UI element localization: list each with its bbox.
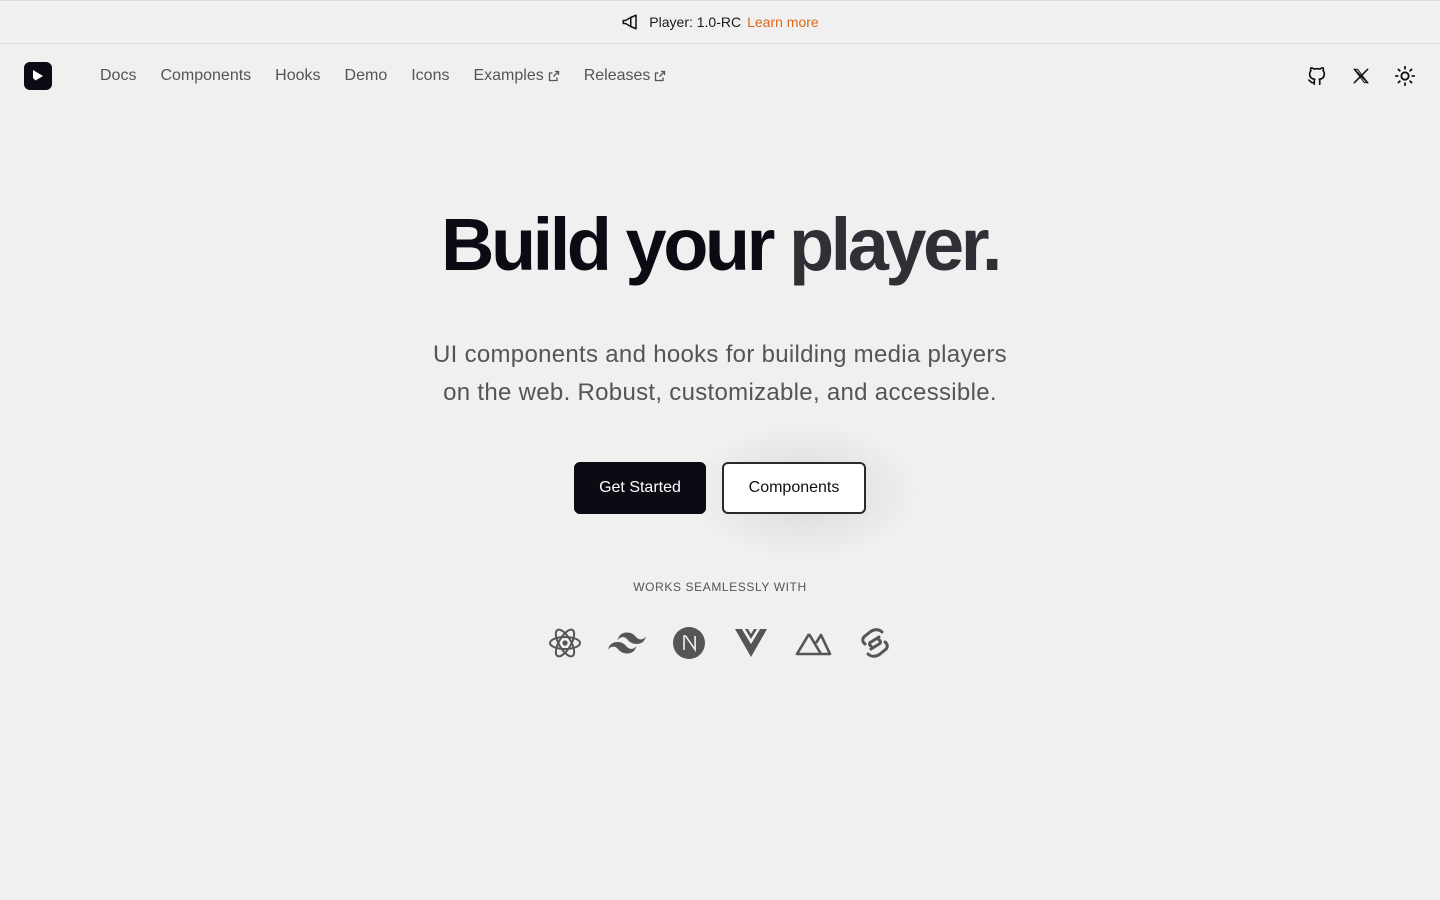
nav-label: Components: [160, 67, 252, 84]
announcement-text: Player: 1.0-RC: [649, 14, 742, 30]
tailwind-icon[interactable]: [608, 624, 646, 662]
learn-more-link[interactable]: Learn more: [747, 14, 819, 30]
subtitle-line-1: UI components and hooks for building med…: [433, 341, 1007, 368]
nav-hooks[interactable]: Hooks: [275, 67, 320, 85]
site-header: Docs Components Hooks Demo Icons Example…: [0, 44, 1440, 108]
nav-examples[interactable]: Examples: [473, 67, 559, 85]
vue-icon[interactable]: [732, 624, 770, 662]
hero-subtitle: UI components and hooks for building med…: [410, 336, 1030, 412]
external-link-icon: [548, 70, 560, 82]
sun-icon[interactable]: [1394, 65, 1416, 87]
hero-title-part1: Build your: [441, 203, 775, 286]
nav-label: Demo: [344, 67, 388, 84]
nav-label: Icons: [411, 67, 450, 84]
nav-icons[interactable]: Icons: [411, 67, 449, 85]
subtitle-line-2: on the web. Robust, customizable, and ac…: [443, 379, 997, 406]
vidstack-logo[interactable]: [24, 62, 52, 90]
hero-section: Build your player. UI components and hoo…: [0, 108, 1440, 662]
x-twitter-icon[interactable]: [1350, 65, 1372, 87]
external-link-icon: [654, 70, 666, 82]
nav-demo[interactable]: Demo: [345, 67, 388, 85]
get-started-button[interactable]: Get Started: [574, 462, 706, 514]
cta-group: Get Started Components: [0, 422, 1440, 562]
github-icon[interactable]: [1306, 65, 1328, 87]
tech-icons: [0, 624, 1440, 662]
nav-label: Hooks: [275, 67, 321, 84]
nav-label: Releases: [583, 67, 651, 84]
hero-title-part2: player.: [788, 203, 1003, 286]
nav-label: Examples: [473, 67, 544, 84]
components-button[interactable]: Components: [722, 462, 866, 514]
announcement-bar: Player: 1.0-RC Learn more: [0, 0, 1440, 44]
megaphone-icon: [621, 13, 639, 31]
nav-releases[interactable]: Releases: [584, 67, 667, 85]
nuxt-icon[interactable]: [794, 624, 832, 662]
hero-title: Build your player.: [0, 202, 1440, 288]
nav-docs[interactable]: Docs: [100, 67, 136, 85]
svelte-icon[interactable]: [856, 624, 894, 662]
nav-label: Docs: [100, 67, 137, 84]
nextjs-icon[interactable]: [670, 624, 708, 662]
nav-components[interactable]: Components: [160, 67, 251, 85]
works-with-label: WORKS SEAMLESSLY WITH: [633, 580, 807, 594]
header-actions: [1306, 65, 1416, 87]
react-icon[interactable]: [546, 624, 584, 662]
main-nav: Docs Components Hooks Demo Icons Example…: [100, 67, 690, 85]
